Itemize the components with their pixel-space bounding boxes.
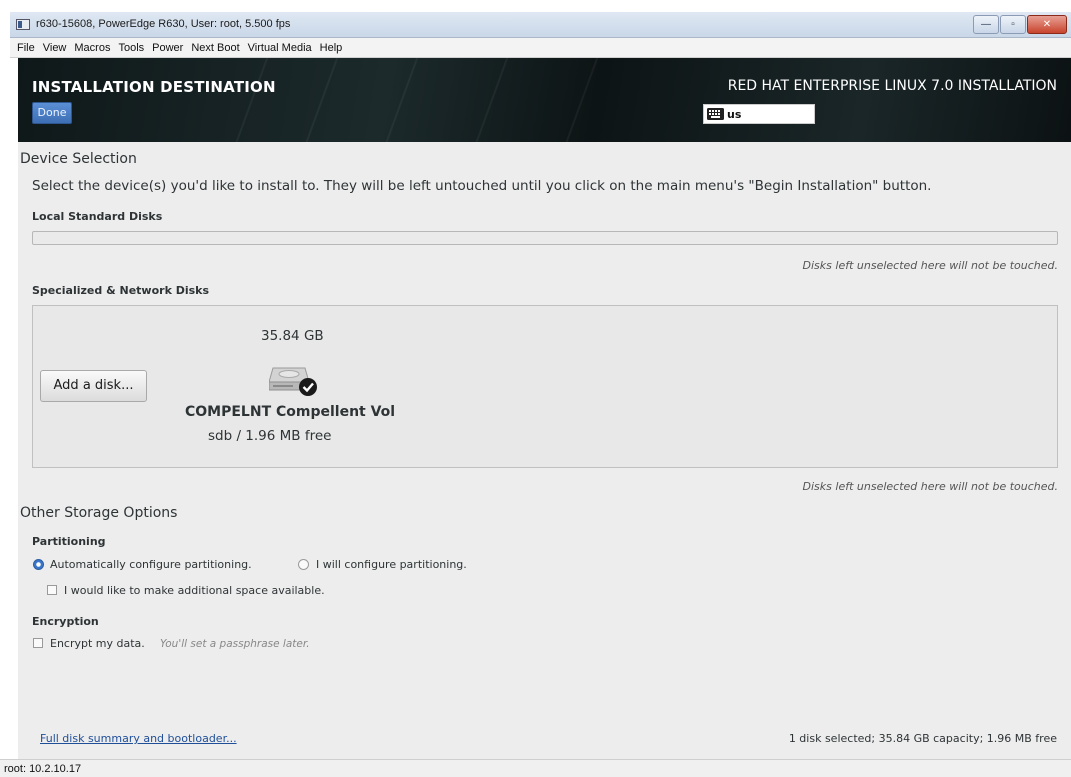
encrypt-checkbox[interactable] [33, 638, 43, 648]
auto-partition-label[interactable]: Automatically configure partitioning. [50, 558, 252, 571]
menu-bar: File View Macros Tools Power Next Boot V… [10, 38, 1071, 58]
keyboard-icon [707, 108, 724, 120]
page-title: INSTALLATION DESTINATION [32, 78, 276, 96]
encryption-heading: Encryption [32, 615, 99, 628]
disk-device-free: sdb / 1.96 MB free [208, 428, 332, 444]
keyboard-layout-label: us [727, 107, 742, 121]
other-storage-title: Other Storage Options [20, 505, 178, 521]
menu-help[interactable]: Help [316, 42, 347, 54]
menu-virtual-media[interactable]: Virtual Media [244, 42, 316, 54]
disk-summary-link[interactable]: Full disk summary and bootloader... [40, 732, 237, 745]
product-title: RED HAT ENTERPRISE LINUX 7.0 INSTALLATIO… [727, 78, 1057, 94]
add-disk-button[interactable]: Add a disk... [40, 370, 147, 402]
hard-disk-selected-icon[interactable] [269, 358, 319, 398]
network-disks-heading: Specialized & Network Disks [32, 284, 210, 297]
disk-name: COMPELNT Compellent Vol [185, 404, 396, 420]
main-content: Device Selection Select the device(s) yo… [18, 142, 1071, 759]
untouched-note-network: Disks left unselected here will not be t… [802, 480, 1058, 493]
menu-next-boot[interactable]: Next Boot [187, 42, 243, 54]
manual-partition-radio[interactable] [298, 559, 309, 570]
device-selection-description: Select the device(s) you'd like to insta… [32, 178, 932, 194]
header-decoration [224, 58, 274, 142]
header-decoration [294, 58, 344, 142]
local-disks-heading: Local Standard Disks [32, 210, 163, 223]
local-disks-list[interactable] [32, 231, 1058, 245]
menu-power[interactable]: Power [148, 42, 187, 54]
installer-header: INSTALLATION DESTINATION Done RED HAT EN… [18, 58, 1071, 142]
status-text: root: 10.2.10.17 [4, 763, 82, 775]
done-button[interactable]: Done [32, 102, 72, 124]
disk-size: 35.84 GB [261, 328, 324, 344]
window-titlebar: r630-15608, PowerEdge R630, User: root, … [10, 12, 1071, 38]
menu-macros[interactable]: Macros [70, 42, 114, 54]
encrypt-label[interactable]: Encrypt my data. [50, 637, 145, 650]
menu-file[interactable]: File [13, 42, 39, 54]
selection-summary: 1 disk selected; 35.84 GB capacity; 1.96… [788, 732, 1057, 745]
app-icon [16, 19, 30, 30]
close-icon[interactable]: ✕ [1027, 15, 1067, 34]
window-title: r630-15608, PowerEdge R630, User: root, … [36, 18, 291, 30]
partitioning-heading: Partitioning [32, 535, 106, 548]
network-disks-list: Add a disk... 35.84 GB COMPELNT Compelle… [32, 305, 1058, 468]
header-decoration [374, 58, 424, 142]
header-decoration [554, 58, 604, 142]
menu-view[interactable]: View [39, 42, 71, 54]
minimize-icon[interactable]: — [973, 15, 999, 34]
additional-space-checkbox[interactable] [47, 585, 57, 595]
header-decoration [464, 58, 514, 142]
manual-partition-label[interactable]: I will configure partitioning. [316, 558, 467, 571]
encrypt-hint: You'll set a passphrase later. [160, 638, 310, 650]
status-bar: root: 10.2.10.17 [0, 759, 1071, 777]
additional-space-label[interactable]: I would like to make additional space av… [64, 584, 325, 597]
device-selection-title: Device Selection [20, 151, 137, 167]
menu-tools[interactable]: Tools [114, 42, 148, 54]
keyboard-layout-indicator[interactable]: us [703, 104, 815, 124]
auto-partition-radio[interactable] [33, 559, 44, 570]
window-controls: — ▫ ✕ [973, 15, 1067, 34]
untouched-note-local: Disks left unselected here will not be t… [802, 259, 1058, 272]
maximize-icon[interactable]: ▫ [1000, 15, 1026, 34]
